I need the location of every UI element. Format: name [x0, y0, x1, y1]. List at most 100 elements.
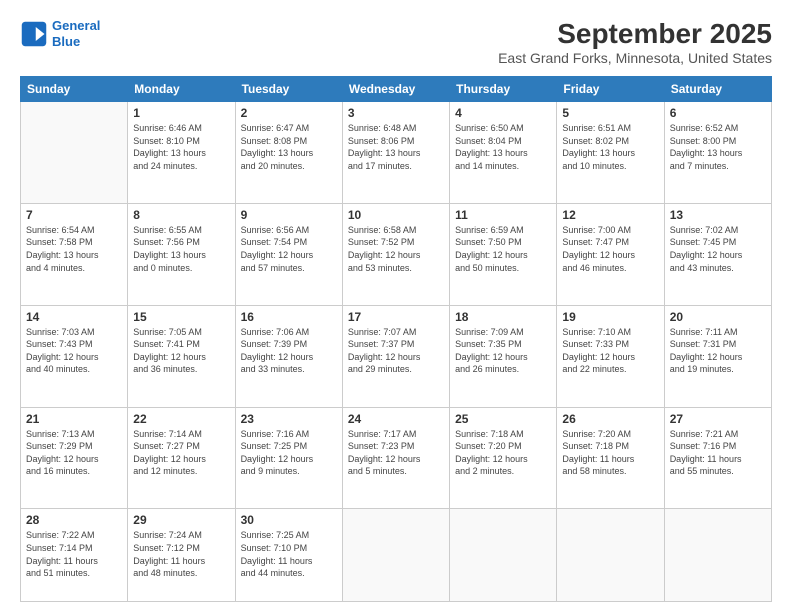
calendar-cell: 26 Sunrise: 7:20 AM Sunset: 7:18 PM Dayli… — [557, 407, 664, 509]
day-number: 16 — [241, 310, 337, 324]
calendar-cell: 16 Sunrise: 7:06 AM Sunset: 7:39 PM Dayli… — [235, 305, 342, 407]
weekday-header-saturday: Saturday — [664, 77, 771, 102]
day-number: 24 — [348, 412, 444, 426]
day-number: 23 — [241, 412, 337, 426]
day-info: Sunrise: 6:59 AM Sunset: 7:50 PM Dayligh… — [455, 224, 551, 274]
day-number: 7 — [26, 208, 122, 222]
day-number: 5 — [562, 106, 658, 120]
day-info: Sunrise: 6:50 AM Sunset: 8:04 PM Dayligh… — [455, 122, 551, 172]
day-number: 2 — [241, 106, 337, 120]
day-info: Sunrise: 7:25 AM Sunset: 7:10 PM Dayligh… — [241, 529, 337, 579]
day-info: Sunrise: 7:02 AM Sunset: 7:45 PM Dayligh… — [670, 224, 766, 274]
calendar-cell: 29 Sunrise: 7:24 AM Sunset: 7:12 PM Dayli… — [128, 509, 235, 602]
day-number: 6 — [670, 106, 766, 120]
day-number: 14 — [26, 310, 122, 324]
day-info: Sunrise: 7:20 AM Sunset: 7:18 PM Dayligh… — [562, 428, 658, 478]
logo: General Blue — [20, 18, 100, 49]
day-info: Sunrise: 6:47 AM Sunset: 8:08 PM Dayligh… — [241, 122, 337, 172]
day-info: Sunrise: 6:52 AM Sunset: 8:00 PM Dayligh… — [670, 122, 766, 172]
calendar-cell: 18Sunrise: 7:09 AM Sunset: 7:35 PM Dayli… — [450, 305, 557, 407]
day-info: Sunrise: 7:17 AM Sunset: 7:23 PM Dayligh… — [348, 428, 444, 478]
calendar-cell: 1 Sunrise: 6:46 AM Sunset: 8:10 PM Daylig… — [128, 102, 235, 204]
day-number: 8 — [133, 208, 229, 222]
day-number: 12 — [562, 208, 658, 222]
day-number: 3 — [348, 106, 444, 120]
calendar-week-3: 21 Sunrise: 7:13 AM Sunset: 7:29 PM Dayli… — [21, 407, 772, 509]
calendar-cell: 21 Sunrise: 7:13 AM Sunset: 7:29 PM Dayli… — [21, 407, 128, 509]
day-info: Sunrise: 6:55 AM Sunset: 7:56 PM Dayligh… — [133, 224, 229, 274]
day-number: 28 — [26, 513, 122, 527]
calendar-week-1: 7 Sunrise: 6:54 AM Sunset: 7:58 PM Daylig… — [21, 203, 772, 305]
day-info: Sunrise: 7:21 AM Sunset: 7:16 PM Dayligh… — [670, 428, 766, 478]
day-number: 29 — [133, 513, 229, 527]
location: East Grand Forks, Minnesota, United Stat… — [498, 50, 772, 66]
day-number: 21 — [26, 412, 122, 426]
calendar-cell: 3Sunrise: 6:48 AM Sunset: 8:06 PM Daylig… — [342, 102, 449, 204]
day-number: 1 — [133, 106, 229, 120]
day-number: 9 — [241, 208, 337, 222]
day-number: 25 — [455, 412, 551, 426]
calendar-cell: 13 Sunrise: 7:02 AM Sunset: 7:45 PM Dayli… — [664, 203, 771, 305]
day-info: Sunrise: 7:00 AM Sunset: 7:47 PM Dayligh… — [562, 224, 658, 274]
day-info: Sunrise: 6:46 AM Sunset: 8:10 PM Dayligh… — [133, 122, 229, 172]
day-info: Sunrise: 7:05 AM Sunset: 7:41 PM Dayligh… — [133, 326, 229, 376]
day-info: Sunrise: 6:51 AM Sunset: 8:02 PM Dayligh… — [562, 122, 658, 172]
header: General Blue September 2025 East Grand F… — [20, 18, 772, 66]
day-number: 10 — [348, 208, 444, 222]
calendar-cell: 6 Sunrise: 6:52 AM Sunset: 8:00 PM Daylig… — [664, 102, 771, 204]
day-info: Sunrise: 7:24 AM Sunset: 7:12 PM Dayligh… — [133, 529, 229, 579]
day-number: 20 — [670, 310, 766, 324]
day-number: 11 — [455, 208, 551, 222]
calendar-cell: 7 Sunrise: 6:54 AM Sunset: 7:58 PM Daylig… — [21, 203, 128, 305]
calendar-cell — [342, 509, 449, 602]
title-block: September 2025 East Grand Forks, Minneso… — [498, 18, 772, 66]
day-info: Sunrise: 7:07 AM Sunset: 7:37 PM Dayligh… — [348, 326, 444, 376]
day-info: Sunrise: 7:16 AM Sunset: 7:25 PM Dayligh… — [241, 428, 337, 478]
day-number: 13 — [670, 208, 766, 222]
day-number: 4 — [455, 106, 551, 120]
day-info: Sunrise: 7:06 AM Sunset: 7:39 PM Dayligh… — [241, 326, 337, 376]
day-number: 19 — [562, 310, 658, 324]
calendar-cell: 4 Sunrise: 6:50 AM Sunset: 8:04 PM Daylig… — [450, 102, 557, 204]
calendar-cell: 10 Sunrise: 6:58 AM Sunset: 7:52 PM Dayli… — [342, 203, 449, 305]
weekday-header-monday: Monday — [128, 77, 235, 102]
calendar-cell — [21, 102, 128, 204]
day-info: Sunrise: 7:10 AM Sunset: 7:33 PM Dayligh… — [562, 326, 658, 376]
day-info: Sunrise: 7:11 AM Sunset: 7:31 PM Dayligh… — [670, 326, 766, 376]
logo-line1: General — [52, 18, 100, 33]
calendar-cell: 23 Sunrise: 7:16 AM Sunset: 7:25 PM Dayli… — [235, 407, 342, 509]
day-info: Sunrise: 6:58 AM Sunset: 7:52 PM Dayligh… — [348, 224, 444, 274]
day-number: 22 — [133, 412, 229, 426]
calendar-cell: 11 Sunrise: 6:59 AM Sunset: 7:50 PM Dayli… — [450, 203, 557, 305]
calendar-cell: 17Sunrise: 7:07 AM Sunset: 7:37 PM Dayli… — [342, 305, 449, 407]
weekday-header-wednesday: Wednesday — [342, 77, 449, 102]
weekday-header-row: SundayMondayTuesdayWednesdayThursdayFrid… — [21, 77, 772, 102]
logo-text: General Blue — [52, 18, 100, 49]
logo-icon — [20, 20, 48, 48]
calendar-cell: 30 Sunrise: 7:25 AM Sunset: 7:10 PM Dayli… — [235, 509, 342, 602]
calendar-cell — [557, 509, 664, 602]
day-number: 18 — [455, 310, 551, 324]
day-number: 30 — [241, 513, 337, 527]
day-info: Sunrise: 6:56 AM Sunset: 7:54 PM Dayligh… — [241, 224, 337, 274]
day-number: 26 — [562, 412, 658, 426]
calendar-cell — [450, 509, 557, 602]
calendar-cell: 22 Sunrise: 7:14 AM Sunset: 7:27 PM Dayli… — [128, 407, 235, 509]
weekday-header-sunday: Sunday — [21, 77, 128, 102]
calendar-cell: 20 Sunrise: 7:11 AM Sunset: 7:31 PM Dayli… — [664, 305, 771, 407]
day-number: 15 — [133, 310, 229, 324]
day-info: Sunrise: 7:13 AM Sunset: 7:29 PM Dayligh… — [26, 428, 122, 478]
calendar-cell: 5 Sunrise: 6:51 AM Sunset: 8:02 PM Daylig… — [557, 102, 664, 204]
calendar-cell: 24 Sunrise: 7:17 AM Sunset: 7:23 PM Dayli… — [342, 407, 449, 509]
calendar-cell: 9 Sunrise: 6:56 AM Sunset: 7:54 PM Daylig… — [235, 203, 342, 305]
calendar-cell: 12 Sunrise: 7:00 AM Sunset: 7:47 PM Dayli… — [557, 203, 664, 305]
day-number: 27 — [670, 412, 766, 426]
calendar-cell: 8 Sunrise: 6:55 AM Sunset: 7:56 PM Daylig… — [128, 203, 235, 305]
logo-line2: Blue — [52, 34, 80, 49]
calendar-week-0: 1 Sunrise: 6:46 AM Sunset: 8:10 PM Daylig… — [21, 102, 772, 204]
calendar-week-4: 28Sunrise: 7:22 AM Sunset: 7:14 PM Dayli… — [21, 509, 772, 602]
day-info: Sunrise: 6:54 AM Sunset: 7:58 PM Dayligh… — [26, 224, 122, 274]
day-info: Sunrise: 7:03 AM Sunset: 7:43 PM Dayligh… — [26, 326, 122, 376]
day-info: Sunrise: 7:18 AM Sunset: 7:20 PM Dayligh… — [455, 428, 551, 478]
day-info: Sunrise: 7:14 AM Sunset: 7:27 PM Dayligh… — [133, 428, 229, 478]
